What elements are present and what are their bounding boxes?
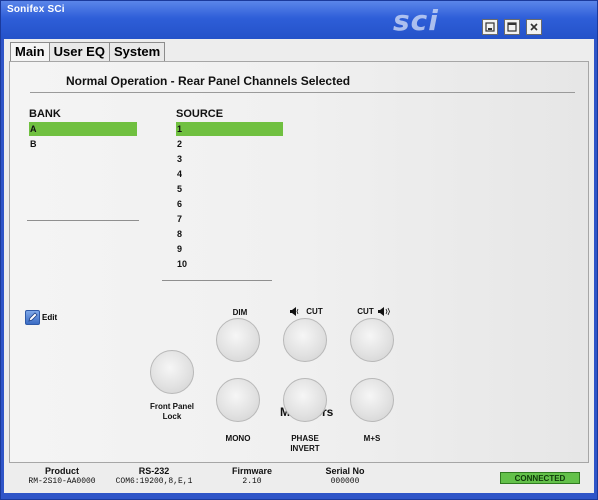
source-item-10[interactable]: 10 <box>176 257 283 271</box>
firmware-label: Firmware <box>231 466 273 476</box>
front-panel-lock-label: Front Panel Lock <box>138 402 206 422</box>
title-bar[interactable]: Sonifex SCi sci <box>1 1 597 39</box>
serial-value: 000000 <box>330 477 360 486</box>
minimize-button[interactable] <box>482 19 498 35</box>
cut-left-label: CUT <box>276 307 336 316</box>
source-item-9[interactable]: 9 <box>176 242 283 256</box>
rs232-label: RS-232 <box>138 466 170 476</box>
cut-left-text: CUT <box>306 307 323 316</box>
source-item-7[interactable]: 7 <box>176 212 283 226</box>
front-panel-lock-label-line2: Lock <box>162 412 182 421</box>
serial-label: Serial No <box>325 466 365 476</box>
client-area: Main User EQ System Normal Operation - R… <box>4 39 594 493</box>
cut-right-label: CUT <box>344 307 404 316</box>
sci-logo: sci <box>393 4 439 37</box>
page-title: Normal Operation - Rear Panel Channels S… <box>66 74 351 88</box>
tab-user-eq[interactable]: User EQ <box>48 42 110 61</box>
maximize-icon <box>507 22 517 32</box>
close-icon <box>530 23 538 31</box>
source-item-1[interactable]: 1 <box>176 122 283 136</box>
main-panel: Normal Operation - Rear Panel Channels S… <box>9 61 589 463</box>
connection-status-badge: CONNECTED <box>500 472 580 484</box>
bank-item-b[interactable]: B <box>29 137 137 151</box>
source-item-5[interactable]: 5 <box>176 182 283 196</box>
mono-button[interactable] <box>216 378 260 422</box>
product-label: Product <box>44 466 79 476</box>
source-item-2[interactable]: 2 <box>176 137 283 151</box>
minimize-icon <box>485 22 495 32</box>
source-item-8[interactable]: 8 <box>176 227 283 241</box>
source-item-6[interactable]: 6 <box>176 197 283 211</box>
speaker-left-icon <box>290 307 299 316</box>
phase-invert-label: PHASE INVERT <box>275 434 335 454</box>
source-item-4[interactable]: 4 <box>176 167 283 181</box>
ms-button[interactable] <box>350 378 394 422</box>
tab-system[interactable]: System <box>108 42 166 61</box>
app-window: Sonifex SCi sci Main User EQ System Norm… <box>0 0 598 500</box>
mono-label: MONO <box>225 434 251 443</box>
edit-label: Edit <box>42 313 58 322</box>
bank-divider <box>27 220 139 221</box>
product-value: RM-2S10-AA0000 <box>28 477 96 486</box>
speaker-right-icon <box>377 307 390 316</box>
dim-button[interactable] <box>216 318 260 362</box>
source-label: SOURCE <box>176 108 224 120</box>
bank-item-a[interactable]: A <box>29 122 137 136</box>
bank-label: BANK <box>29 108 61 120</box>
ms-label: M+S <box>363 434 381 443</box>
tab-main[interactable]: Main <box>10 42 50 62</box>
window-title: Sonifex SCi <box>7 4 65 15</box>
phase-invert-label-line1: PHASE <box>291 434 319 443</box>
front-panel-lock-label-line1: Front Panel <box>149 402 194 411</box>
cut-left-button[interactable] <box>283 318 327 362</box>
firmware-value: 2.10 <box>242 477 262 486</box>
maximize-button[interactable] <box>504 19 520 35</box>
front-panel-lock-button[interactable] <box>150 350 194 394</box>
cut-right-text: CUT <box>357 307 374 316</box>
close-button[interactable] <box>526 19 542 35</box>
source-divider <box>162 280 272 281</box>
status-bar: Product RM-2S10-AA0000 RS-232 COM6:19200… <box>9 464 589 491</box>
cut-right-button[interactable] <box>350 318 394 362</box>
edit-button[interactable]: Edit <box>25 310 57 325</box>
dim-label: DIM <box>232 308 248 317</box>
phase-invert-label-line2: INVERT <box>290 444 320 453</box>
heading-divider <box>30 92 575 93</box>
tab-bar: Main User EQ System <box>10 42 166 62</box>
rs232-value: COM6:19200,8,E,1 <box>115 477 193 486</box>
phase-invert-button[interactable] <box>283 378 327 422</box>
source-item-3[interactable]: 3 <box>176 152 283 166</box>
pencil-icon <box>25 310 40 325</box>
